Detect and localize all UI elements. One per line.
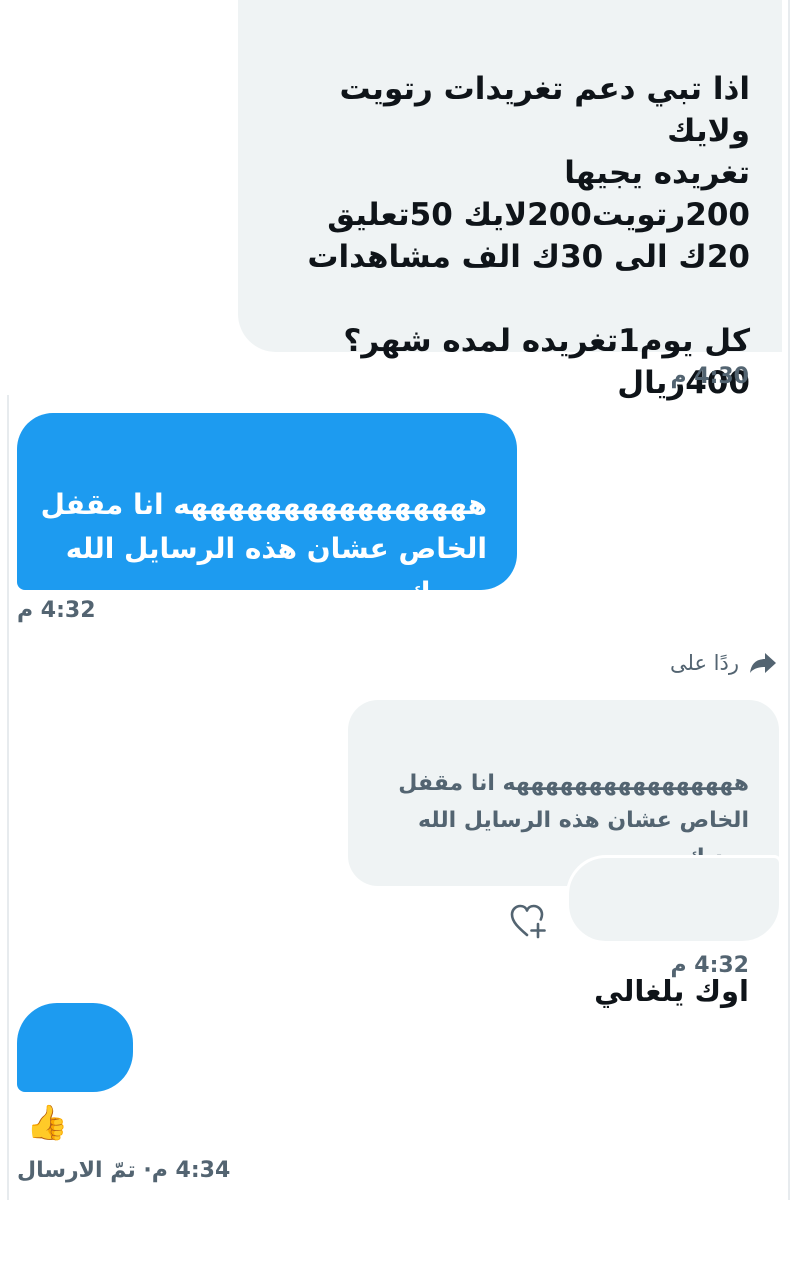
message-timestamp: 4:32 م [17,598,96,623]
replying-to-header: ردًا على [670,651,777,675]
heart-plus-icon[interactable] [509,902,547,940]
message-text: اذا تبي دعم تغريدات رتويت ولايك تغريده ي… [307,71,750,401]
sent-message-bubble[interactable]: ههههههههههههههههه انا مقفل الخاص عشان هذ… [17,413,517,609]
thumbs-up-reaction-icon[interactable]: 👍 [26,1103,68,1143]
conversation-right-edge [788,0,790,1200]
message-timestamp-status: 4:34 م· تمّ الارسال [17,1158,231,1183]
received-message-bubble[interactable]: اذا تبي دعم تغريدات رتويت ولايك تغريده ي… [238,0,782,401]
received-message-bubble[interactable]: اوك يلغالي [566,855,782,1008]
reply-arrow-icon [749,651,777,675]
message-text: ههههههههههههههههه انا مقفل الخاص عشان هذ… [40,488,487,609]
message-timestamp: 4:30 م [670,364,749,389]
message-timestamp: 4:32 م [670,953,749,978]
sent-message-bubble[interactable]: اوك [17,1003,133,1153]
replying-to-label: ردًا على [670,651,739,675]
conversation-left-edge [7,395,9,1200]
